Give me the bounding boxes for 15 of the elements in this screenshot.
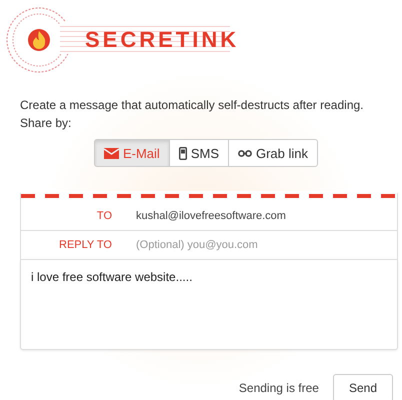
envelope-icon <box>104 148 119 158</box>
field-label: REPLY TO <box>20 231 136 260</box>
intro-text: Create a message that automatically self-destructs after reading. <box>20 98 364 112</box>
email-field[interactable]: (Optional) you@you.com <box>136 231 398 260</box>
share-label: Share by: <box>20 116 72 130</box>
link-icon <box>238 150 252 156</box>
share-tab[interactable]: Grab link <box>228 139 318 167</box>
field-label: TO <box>20 202 136 231</box>
share-tab[interactable]: SMS <box>168 139 229 167</box>
phone-icon <box>178 146 187 160</box>
message-field[interactable]: i love free software website..... <box>20 260 398 350</box>
sending-note: Sending is free <box>238 381 319 395</box>
email-field[interactable]: kushal@ilovefreesoftware.com <box>136 202 398 231</box>
brand-name: SECRETINK <box>85 27 240 53</box>
send-button[interactable]: Send <box>332 374 393 400</box>
